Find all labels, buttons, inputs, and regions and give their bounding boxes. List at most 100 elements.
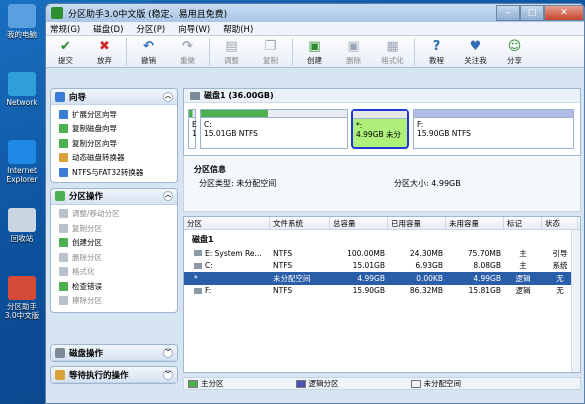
- legend-item: 未分配空间: [410, 378, 498, 389]
- column-header[interactable]: 标记: [504, 217, 542, 229]
- toolbar-button-redo[interactable]: ↷ 重做: [168, 38, 207, 66]
- table-cell: 15.81GB: [446, 285, 504, 298]
- disk-header[interactable]: 磁盘1 (36.00GB): [184, 89, 580, 103]
- partition-icon: [194, 250, 202, 257]
- column-header[interactable]: 未用容量: [446, 217, 504, 229]
- cell-text: 15.90GB: [352, 286, 385, 296]
- partition-action[interactable]: 检查错误: [51, 279, 177, 294]
- menu-item-3[interactable]: 向导(W): [178, 23, 210, 35]
- legend-label: 未分配空间: [423, 379, 462, 388]
- table-row[interactable]: * 未分配空间 4.99GB 0.00KB 4.99GB 逻辑 无: [184, 272, 580, 285]
- create-icon: ▣: [308, 38, 321, 54]
- toolbar-button-discard[interactable]: ✖ 放弃: [85, 38, 124, 66]
- partition-action[interactable]: 擦除分区: [51, 294, 177, 309]
- column-header[interactable]: 分区: [184, 217, 270, 229]
- wizard-icon: [55, 91, 65, 102]
- wizard-item-label: 动态磁盘转换器: [72, 153, 125, 163]
- wizard-item[interactable]: 扩展分区向导: [51, 107, 177, 122]
- follow-icon: ♥: [469, 38, 482, 54]
- pending-panel: 等待执行的操作 ﹀: [50, 366, 178, 384]
- my-computer-icon[interactable]: 我的电脑: [2, 4, 42, 39]
- share-icon: ☺: [507, 38, 522, 54]
- internet-explorer-icon[interactable]: Internet Explorer: [2, 140, 42, 184]
- window-title: 分区助手3.0中文版 (稳定、易用且免费): [68, 9, 228, 20]
- toolbar-button-label: 重做: [180, 56, 195, 65]
- toolbar-button-create[interactable]: ▣ 创建: [295, 38, 334, 66]
- table-row[interactable]: C: NTFS 15.01GB 6.93GB 8.08GB 主 系统: [184, 260, 580, 273]
- toolbar-button-share[interactable]: ☺ 分享: [495, 38, 534, 66]
- table-cell: NTFS: [270, 260, 330, 273]
- table-cell: 24.30MB: [388, 247, 446, 260]
- toolbar-button-delete[interactable]: ▣ 删除: [334, 38, 373, 66]
- wizard-item[interactable]: 动态磁盘转换器: [51, 151, 177, 166]
- column-header[interactable]: 已用容量: [388, 217, 446, 229]
- menu-item-4[interactable]: 帮助(H): [223, 23, 253, 35]
- main-area: 磁盘1 (36.00GB) E 1 C: 15.01GB NTFS *: 4.99GB 未…: [183, 88, 581, 401]
- legend-label: 主分区: [201, 379, 224, 388]
- column-header[interactable]: 状态: [542, 217, 578, 229]
- table-cell: 4.99GB: [330, 272, 388, 285]
- expand-icon[interactable]: ﹀: [163, 369, 173, 380]
- partition-assistant-icon[interactable]: 分区助手3.0中文版: [2, 276, 42, 320]
- partition-action-icon: [59, 296, 68, 306]
- cell-text: 系统: [552, 261, 568, 271]
- title-bar[interactable]: 分区助手3.0中文版 (稳定、易用且免费) – □ ✕: [46, 4, 584, 22]
- toolbar-button-tutorial[interactable]: ? 教程: [417, 38, 456, 66]
- partition-action[interactable]: 创建分区: [51, 236, 177, 251]
- table-row[interactable]: F: NTFS 15.90GB 86.32MB 15.81GB 逻辑 无: [184, 285, 580, 298]
- menu-bar: 常规(G) 磁盘(D) 分区(P) 向导(W) 帮助(H): [46, 22, 584, 36]
- toolbar-button-undo[interactable]: ↶ 撤销: [129, 38, 168, 66]
- toolbar-button-format[interactable]: ▦ 格式化: [373, 38, 412, 66]
- toolbar-button-label: 撤销: [141, 56, 156, 65]
- collapse-icon[interactable]: ︿: [163, 91, 173, 102]
- partition-action-icon: [59, 209, 68, 219]
- pending-panel-header[interactable]: 等待执行的操作 ﹀: [51, 367, 177, 383]
- wizard-item-icon: [59, 109, 68, 119]
- info-title: 分区信息: [194, 165, 226, 174]
- collapse-icon[interactable]: ︿: [163, 191, 173, 201]
- partition-action[interactable]: 调整/移动分区: [51, 207, 177, 222]
- partition-block-F[interactable]: F: 15.90GB NTFS: [413, 109, 574, 149]
- toolbar-button-copy[interactable]: ❐ 复制: [251, 38, 290, 66]
- left-sidebar: 向导 ︿ 扩展分区向导 复制磁盘向导 复制分区向导动态磁盘转换器 NTFS与FAT32…: [50, 88, 178, 401]
- discard-icon: ✖: [99, 38, 110, 54]
- toolbar-button-follow[interactable]: ♥ 关注我: [456, 38, 495, 66]
- partition-type: 分区类型: 未分配空间: [199, 179, 277, 188]
- partition-block-E[interactable]: E1: [188, 109, 197, 149]
- close-button[interactable]: ✕: [544, 5, 584, 21]
- wizard-item[interactable]: NTFS与FAT32转换器: [51, 165, 177, 180]
- usage-bar: [414, 110, 573, 118]
- wizard-item[interactable]: 复制磁盘向导: [51, 122, 177, 137]
- maximize-button[interactable]: □: [520, 5, 544, 21]
- partition-action[interactable]: 删除分区: [51, 250, 177, 265]
- cell-text: 逻辑: [515, 273, 531, 283]
- wizard-panel-header[interactable]: 向导 ︿: [51, 89, 177, 105]
- resize-icon: ▤: [225, 38, 238, 54]
- wizard-item[interactable]: 复制分区向导: [51, 136, 177, 151]
- partition-icon: [194, 287, 202, 294]
- column-header[interactable]: 文件系统: [270, 217, 330, 229]
- wizard-item-icon: [59, 153, 68, 163]
- expand-icon[interactable]: ﹀: [163, 347, 173, 358]
- network-icon[interactable]: Network: [2, 72, 42, 107]
- toolbar-button-check[interactable]: ✔ 提交: [46, 38, 85, 66]
- menu-item-2[interactable]: 分区(P): [136, 23, 165, 35]
- format-icon: ▦: [386, 38, 399, 54]
- partition-action[interactable]: 复制分区: [51, 221, 177, 236]
- disk-panel-header[interactable]: 磁盘操作 ﹀: [51, 345, 177, 361]
- menu-item-1[interactable]: 磁盘(D): [93, 23, 123, 35]
- table-row[interactable]: E: System Re... NTFS 100.00MB 24.30MB 75.70M…: [184, 247, 580, 260]
- partition-block-C[interactable]: C: 15.01GB NTFS: [200, 109, 348, 149]
- vertical-scrollbar[interactable]: [571, 230, 580, 372]
- partition-panel-header[interactable]: 分区操作 ︿: [51, 188, 177, 205]
- menu-item-0[interactable]: 常规(G): [50, 23, 80, 35]
- minimize-button[interactable]: –: [496, 5, 520, 21]
- app-window: 分区助手3.0中文版 (稳定、易用且免费) – □ ✕ 常规(G) 磁盘(D) 分区…: [45, 3, 585, 404]
- partition-block-unalloc[interactable]: *: 4.99GB 未分: [351, 109, 409, 149]
- toolbar-button-resize[interactable]: ▤ 调整: [212, 38, 251, 66]
- cell-text: 主: [519, 261, 527, 271]
- recycle-bin-icon[interactable]: 回收站: [2, 208, 42, 243]
- column-header[interactable]: 总容量: [330, 217, 388, 229]
- cell-text: 15.81GB: [468, 286, 501, 296]
- partition-action[interactable]: 格式化: [51, 265, 177, 280]
